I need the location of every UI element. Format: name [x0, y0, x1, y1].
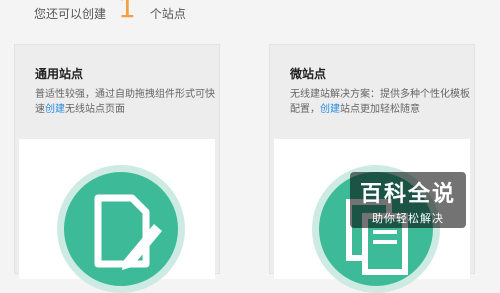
site-quota-line: 您还可以创建 1 个站点 [34, 0, 186, 22]
card-description-text-tail: 无线站点页面 [65, 104, 125, 115]
site-type-card-general[interactable]: 通用站点 普适性较强，通过自助拖拽组件形式可快速创建无线站点页面 [14, 44, 220, 293]
create-link[interactable]: 创建 [320, 104, 340, 115]
card-icon-panel [19, 139, 215, 293]
site-type-card-micro[interactable]: 微站点 无线建站解决方案：提供多种个性化模板配置，创建站点更加轻松随意 [269, 44, 475, 293]
card-description-text-tail: 站点更加轻松随意 [340, 104, 420, 115]
card-description: 普适性较强，通过自助拖拽组件形式可快速创建无线站点页面 [35, 87, 215, 117]
quota-prefix-text: 您还可以创建 [34, 7, 107, 21]
create-link[interactable]: 创建 [45, 104, 65, 115]
quota-count: 1 [118, 0, 136, 24]
card-title: 通用站点 [35, 67, 84, 81]
quota-suffix-text: 个站点 [149, 7, 186, 21]
watermark-subtitle: 助你轻松解决 [372, 212, 444, 225]
watermark-title: 百科全说 [359, 182, 456, 207]
card-title: 微站点 [290, 67, 327, 81]
icon-circle [57, 165, 185, 293]
document-pencil-icon [94, 194, 162, 270]
watermark-logo: 百科全说 助你轻松解决 [350, 172, 466, 228]
card-description: 无线建站解决方案：提供多种个性化模板配置，创建站点更加轻松随意 [290, 87, 470, 117]
icon-circle-inner [64, 172, 178, 286]
